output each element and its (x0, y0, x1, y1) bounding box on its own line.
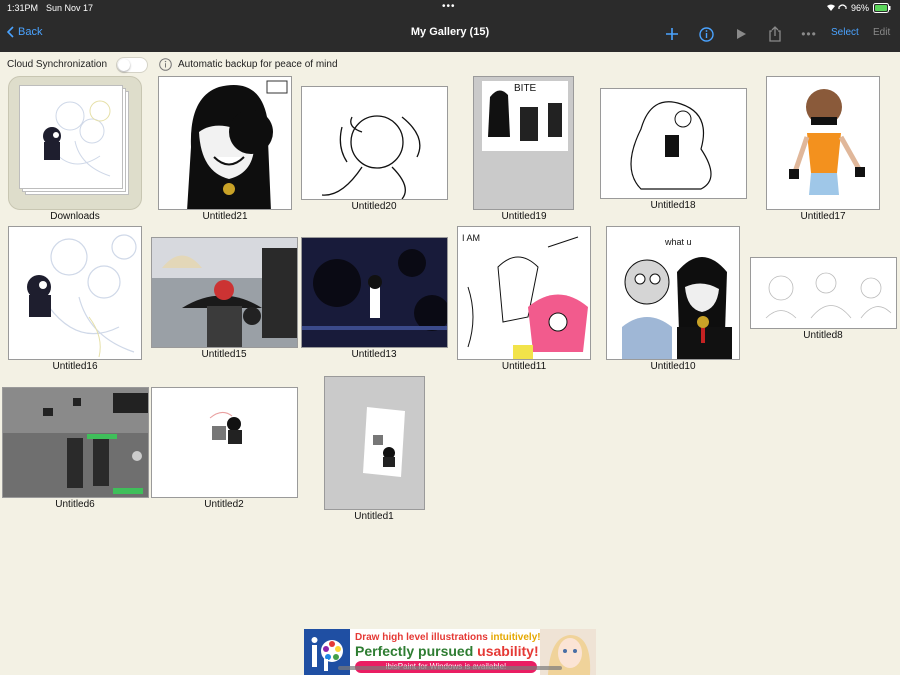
artwork-thumbnail[interactable] (151, 237, 298, 348)
status-date: Sun Nov 17 (46, 3, 94, 13)
ad-subheadline: Perfectly pursued usability! (355, 643, 539, 659)
status-time: 1:31PM (7, 3, 39, 13)
share-icon[interactable] (766, 25, 784, 43)
downloads-folder[interactable] (8, 76, 142, 210)
stacked-drawings-icon (19, 85, 123, 189)
artwork-thumbnail[interactable] (2, 387, 149, 498)
ad-headline-part: Draw (355, 632, 383, 643)
artwork-thumbnail[interactable]: what u (606, 226, 740, 360)
artwork-thumbnail[interactable] (8, 226, 142, 360)
artwork-thumbnail[interactable] (324, 376, 425, 510)
artwork-title: Untitled1 (354, 511, 394, 522)
battery-icon (873, 3, 891, 15)
back-label: Back (18, 26, 43, 38)
artwork-title: Untitled8 (803, 330, 843, 341)
ad-subheadline-highlight: usability! (477, 643, 539, 659)
artwork-title: Untitled16 (52, 361, 98, 372)
ad-headline-tail: intuitively! (487, 632, 541, 643)
headphones-icon (838, 3, 847, 14)
chevron-left-icon (7, 26, 14, 38)
ad-subheadline-part: Perfectly pursued (355, 643, 478, 659)
cloud-sync-bar: Cloud Synchronization Automatic backup f… (0, 55, 900, 75)
battery-percent: 96% (851, 3, 870, 13)
artwork-title: Untitled20 (351, 201, 397, 212)
more-icon[interactable]: ••• (800, 25, 818, 43)
home-indicator[interactable] (338, 666, 562, 670)
cloud-sync-label: Cloud Synchronization (7, 59, 108, 70)
artwork-thumbnail[interactable] (600, 88, 747, 199)
info-icon[interactable] (697, 25, 715, 43)
artwork-title: Untitled17 (800, 211, 846, 222)
folder-label: Downloads (50, 211, 100, 222)
toggle-knob (118, 59, 130, 71)
artwork-title: Untitled13 (351, 349, 397, 360)
artwork-title: Untitled10 (650, 361, 696, 372)
artwork-thumbnail[interactable] (301, 237, 448, 348)
ad-headline-highlight: high level illustrations (382, 632, 488, 643)
navigation-bar: Back My Gallery (15) ••• Select Edit (0, 16, 900, 52)
svg-text:what u: what u (664, 237, 692, 247)
multitasking-dots-icon[interactable]: ••• (442, 1, 456, 12)
artwork-title: Untitled6 (55, 499, 95, 510)
select-button[interactable]: Select (831, 27, 859, 38)
page-title: My Gallery (15) (410, 26, 490, 38)
ad-headline: Draw high level illustrations intuitivel… (355, 632, 541, 643)
svg-text:BITE: BITE (514, 83, 537, 94)
artwork-thumbnail[interactable] (158, 76, 292, 210)
status-bar: 1:31PM Sun Nov 17 ••• 96% (0, 0, 900, 16)
cloud-sync-toggle[interactable] (116, 57, 148, 73)
wifi-icon (826, 3, 836, 14)
play-icon[interactable] (732, 25, 750, 43)
add-icon[interactable] (663, 25, 681, 43)
artwork-thumbnail[interactable]: I AM (457, 226, 591, 360)
artwork-title: Untitled11 (501, 361, 547, 372)
artwork-thumbnail[interactable] (151, 387, 298, 498)
artwork-title: Untitled21 (202, 211, 248, 222)
artwork-thumbnail[interactable] (766, 76, 880, 210)
back-button[interactable]: Back (7, 26, 42, 38)
artwork-title: Untitled15 (201, 349, 247, 360)
artwork-title: Untitled19 (501, 211, 547, 222)
backup-info-text: Automatic backup for peace of mind (178, 59, 338, 70)
artwork-title: Untitled18 (650, 200, 696, 211)
artwork-thumbnail[interactable] (301, 86, 448, 200)
info-circle-icon[interactable] (159, 58, 172, 74)
svg-text:I AM: I AM (462, 233, 480, 243)
artwork-title: Untitled2 (204, 499, 244, 510)
artwork-thumbnail[interactable] (750, 257, 897, 329)
edit-button[interactable]: Edit (873, 27, 890, 38)
artwork-thumbnail[interactable]: BITE (473, 76, 574, 210)
